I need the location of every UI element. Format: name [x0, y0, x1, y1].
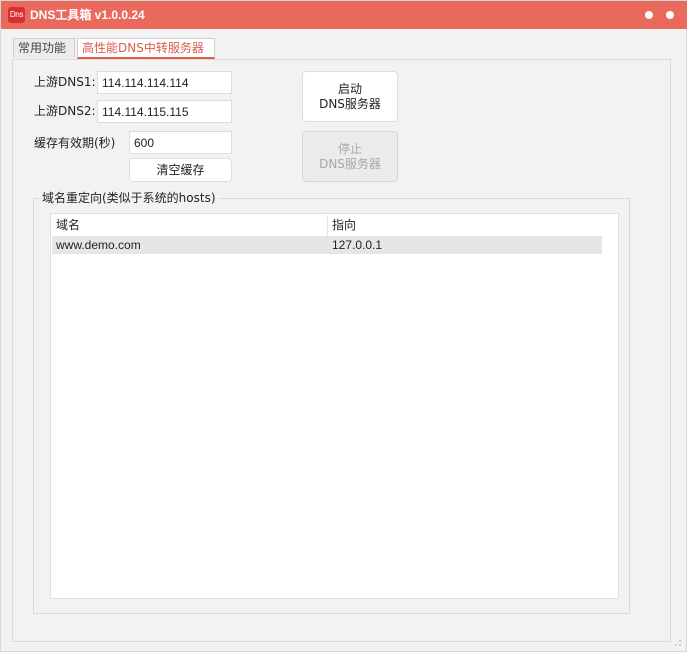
resize-grip-icon[interactable]: [672, 637, 682, 647]
cache-ttl-input[interactable]: [129, 131, 232, 154]
upstream-dns1-label: 上游DNS1:: [34, 75, 96, 89]
app-icon: Dns: [8, 7, 25, 23]
domain-redirect-group-title: 域名重定向(类似于系统的hosts): [39, 190, 219, 206]
row-domain-cell: www.demo.com: [56, 238, 141, 252]
close-button[interactable]: [666, 11, 674, 19]
clear-cache-button[interactable]: 清空缓存: [129, 158, 232, 182]
stop-dns-server-button[interactable]: 停止 DNS服务器: [302, 131, 398, 182]
tab-common-functions[interactable]: 常用功能: [13, 38, 75, 58]
column-header-domain[interactable]: 域名: [52, 215, 328, 236]
start-button-line2: DNS服务器: [319, 96, 381, 111]
main-window: Dns DNS工具箱 v1.0.0.24 常用功能 高性能DNS中转服务器 上游…: [0, 0, 687, 652]
start-button-line1: 启动: [337, 81, 362, 96]
stop-button-line2: DNS服务器: [319, 156, 381, 171]
row-target-cell: 127.0.0.1: [332, 238, 383, 252]
cache-ttl-label: 缓存有效期(秒): [34, 136, 116, 150]
tab-dns-relay-server[interactable]: 高性能DNS中转服务器: [77, 38, 215, 59]
column-header-target[interactable]: 指向: [328, 215, 602, 236]
title-bar[interactable]: Dns DNS工具箱 v1.0.0.24: [1, 1, 687, 29]
minimize-button[interactable]: [645, 11, 653, 19]
start-dns-server-button[interactable]: 启动 DNS服务器: [302, 71, 398, 122]
upstream-dns2-label: 上游DNS2:: [34, 104, 96, 118]
upstream-dns1-input[interactable]: [97, 71, 232, 94]
domain-redirect-list[interactable]: 域名 指向 www.demo.com 127.0.0.1: [50, 213, 619, 599]
stop-button-line1: 停止: [337, 141, 362, 156]
upstream-dns2-input[interactable]: [97, 100, 232, 123]
list-row[interactable]: www.demo.com 127.0.0.1: [52, 237, 602, 254]
list-header: 域名 指向: [52, 215, 602, 237]
window-title: DNS工具箱 v1.0.0.24: [30, 8, 145, 22]
